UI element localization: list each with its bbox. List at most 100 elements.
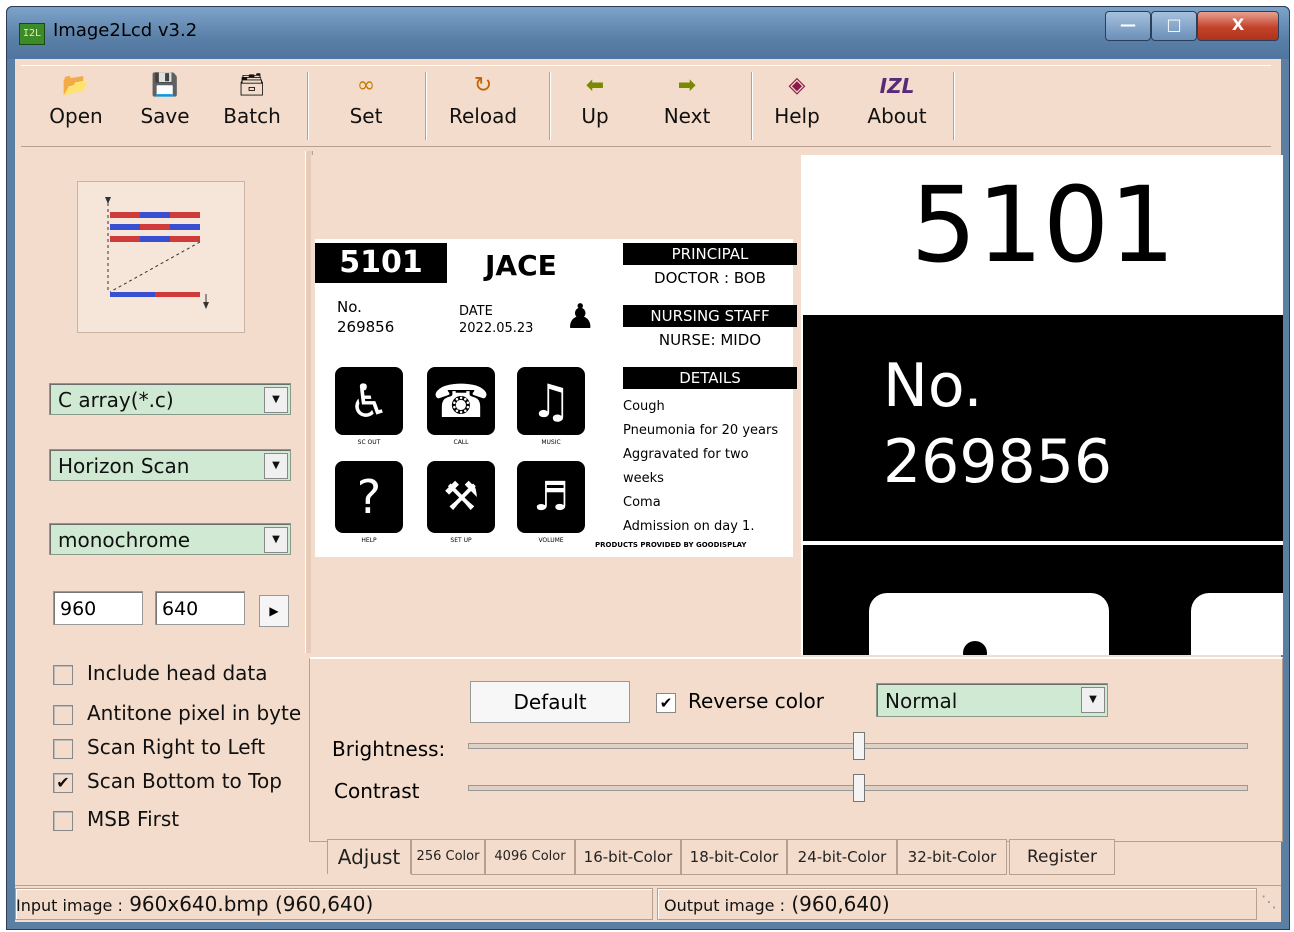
close-button[interactable]: X bbox=[1197, 11, 1279, 41]
checkbox-box[interactable] bbox=[53, 738, 73, 759]
mode-select[interactable]: Normal ▼ bbox=[876, 683, 1108, 717]
tab-adjust[interactable]: Adjust bbox=[327, 839, 411, 874]
music-icon: ♫ bbox=[517, 367, 585, 435]
wheelchair-icon: ♿ bbox=[335, 367, 403, 435]
open-icon: 📂 bbox=[62, 73, 90, 98]
chevron-down-icon[interactable]: ▼ bbox=[264, 453, 288, 479]
title-bar[interactable]: I2L Image2Lcd v3.2 — □ X bbox=[7, 7, 1289, 59]
slider-thumb[interactable] bbox=[853, 732, 865, 760]
tab-256-color[interactable]: 256 Color bbox=[411, 839, 485, 875]
toolbar-separator bbox=[751, 72, 753, 140]
scan-mode-select[interactable]: Horizon Scan ▼ bbox=[49, 449, 291, 481]
phone-icon: ☎ bbox=[427, 367, 495, 435]
person-icon: ♟ bbox=[565, 297, 596, 337]
up-label: Up bbox=[581, 104, 609, 128]
details-header: DETAILS bbox=[623, 367, 797, 389]
set-label: Set bbox=[349, 104, 383, 128]
checkbox-box[interactable] bbox=[53, 810, 73, 831]
antitone-pixel-checkbox[interactable]: Antitone pixel in byte bbox=[53, 701, 301, 725]
save-label: Save bbox=[140, 104, 190, 128]
output-image-status: Output image : (960,640) bbox=[657, 888, 1257, 920]
set-button[interactable]: ∞ Set bbox=[331, 70, 401, 140]
output-image-value: (960,640) bbox=[791, 892, 890, 916]
help-book-icon: ◈ bbox=[788, 73, 806, 98]
app-window: I2L Image2Lcd v3.2 — □ X 📂 Open 💾 Save 🗃… bbox=[6, 6, 1290, 930]
help-label: Help bbox=[774, 104, 820, 128]
glasses-icon: ∞ bbox=[356, 73, 376, 98]
next-button[interactable]: ➡ Next bbox=[651, 70, 723, 140]
minimize-button[interactable]: — bbox=[1105, 11, 1151, 41]
status-bar: Input image : 960x640.bmp (960,640) Outp… bbox=[15, 885, 1281, 922]
nursing-header: NURSING STAFF bbox=[623, 305, 797, 327]
tab-register[interactable]: Register bbox=[1009, 839, 1115, 875]
checkbox-label: Scan Right to Left bbox=[87, 735, 266, 759]
scan-right-to-left-checkbox[interactable]: Scan Right to Left bbox=[53, 735, 265, 759]
card-date-label: DATE bbox=[459, 304, 493, 319]
apply-size-button[interactable]: ▶ bbox=[259, 595, 289, 627]
floppy-icon: 💾 bbox=[151, 73, 179, 98]
checkbox-box[interactable] bbox=[53, 664, 73, 685]
width-input[interactable]: 960 bbox=[53, 591, 143, 625]
checkbox-label: MSB First bbox=[87, 807, 180, 831]
chevron-down-icon[interactable]: ▼ bbox=[1081, 687, 1105, 713]
card-no-label: No. bbox=[337, 298, 362, 316]
reload-button[interactable]: ↻ Reload bbox=[435, 70, 531, 140]
input-image-value: 960x640.bmp (960,640) bbox=[129, 892, 374, 916]
tab-18-bit-color[interactable]: 18-bit-Color bbox=[681, 839, 787, 875]
msb-first-checkbox[interactable]: MSB First bbox=[53, 807, 179, 831]
speaker-icon: ♬ bbox=[517, 461, 585, 533]
card-no: No. 269856 bbox=[337, 297, 394, 337]
output-tiles-area bbox=[803, 545, 1283, 655]
reverse-color-checkbox[interactable]: ✔ Reverse color bbox=[656, 689, 824, 713]
help-button[interactable]: ◈ Help bbox=[765, 70, 829, 140]
checkbox-box[interactable]: ✔ bbox=[656, 692, 676, 713]
save-button[interactable]: 💾 Save bbox=[133, 70, 197, 140]
output-tile bbox=[1191, 593, 1283, 655]
output-no-value: 269856 bbox=[883, 427, 1113, 497]
output-format-select[interactable]: C array(*.c) ▼ bbox=[49, 383, 291, 415]
app-icon: I2L bbox=[19, 23, 45, 45]
default-button[interactable]: Default bbox=[470, 681, 630, 723]
chevron-down-icon[interactable]: ▼ bbox=[264, 527, 288, 553]
about-logo-icon: IZL bbox=[879, 74, 915, 98]
checkbox-box[interactable] bbox=[53, 704, 73, 725]
tab-32-bit-color[interactable]: 32-bit-Color bbox=[897, 839, 1007, 875]
tile-label: CALL bbox=[453, 439, 469, 446]
batch-button[interactable]: 🗃 Batch bbox=[217, 70, 287, 140]
checkbox-box[interactable]: ✔ bbox=[53, 772, 73, 793]
checkbox-label: Antitone pixel in byte bbox=[87, 701, 302, 725]
batch-icon: 🗃 bbox=[238, 73, 266, 98]
details-list: Cough Pneumonia for 20 years Aggravated … bbox=[623, 395, 793, 539]
include-head-data-checkbox[interactable]: Include head data bbox=[53, 661, 268, 685]
slider-thumb[interactable] bbox=[853, 774, 865, 802]
output-tile bbox=[869, 593, 1109, 655]
tile-label: MUSIC bbox=[541, 439, 561, 446]
input-image-status: Input image : 960x640.bmp (960,640) bbox=[15, 888, 653, 920]
open-button[interactable]: 📂 Open bbox=[41, 70, 111, 140]
brightness-slider[interactable] bbox=[468, 732, 1248, 760]
chevron-down-icon[interactable]: ▼ bbox=[264, 387, 288, 413]
principal-header: PRINCIPAL bbox=[623, 243, 797, 265]
toolbar-separator bbox=[953, 72, 955, 140]
color-mode-select[interactable]: monochrome ▼ bbox=[49, 523, 291, 555]
details-item: Aggravated for two weeks bbox=[623, 447, 749, 486]
scan-bottom-to-top-checkbox[interactable]: ✔ Scan Bottom to Top bbox=[53, 769, 282, 793]
tab-4096-color[interactable]: 4096 Color bbox=[485, 839, 575, 875]
tab-16-bit-color[interactable]: 16-bit-Color bbox=[575, 839, 681, 875]
tile-label: SET UP bbox=[450, 537, 472, 544]
about-button[interactable]: IZL About bbox=[857, 70, 937, 140]
up-button[interactable]: ⬅ Up bbox=[563, 70, 627, 140]
color-mode-value: monochrome bbox=[58, 528, 191, 552]
output-no-label: No. bbox=[883, 351, 983, 421]
input-image-label: Input image : bbox=[16, 896, 123, 915]
card-id-number: 5101 bbox=[315, 243, 447, 283]
resize-grip-icon[interactable]: ⋱ bbox=[1253, 892, 1277, 916]
maximize-button[interactable]: □ bbox=[1151, 11, 1197, 41]
height-input[interactable]: 640 bbox=[155, 591, 245, 625]
card-date: DATE 2022.05.23 bbox=[459, 303, 533, 337]
tab-24-bit-color[interactable]: 24-bit-Color bbox=[787, 839, 897, 875]
scan-mode-value: Horizon Scan bbox=[58, 454, 190, 478]
contrast-slider[interactable] bbox=[468, 774, 1248, 802]
output-format-value: C array(*.c) bbox=[58, 388, 174, 412]
arrow-left-icon: ⬅ bbox=[585, 73, 605, 98]
